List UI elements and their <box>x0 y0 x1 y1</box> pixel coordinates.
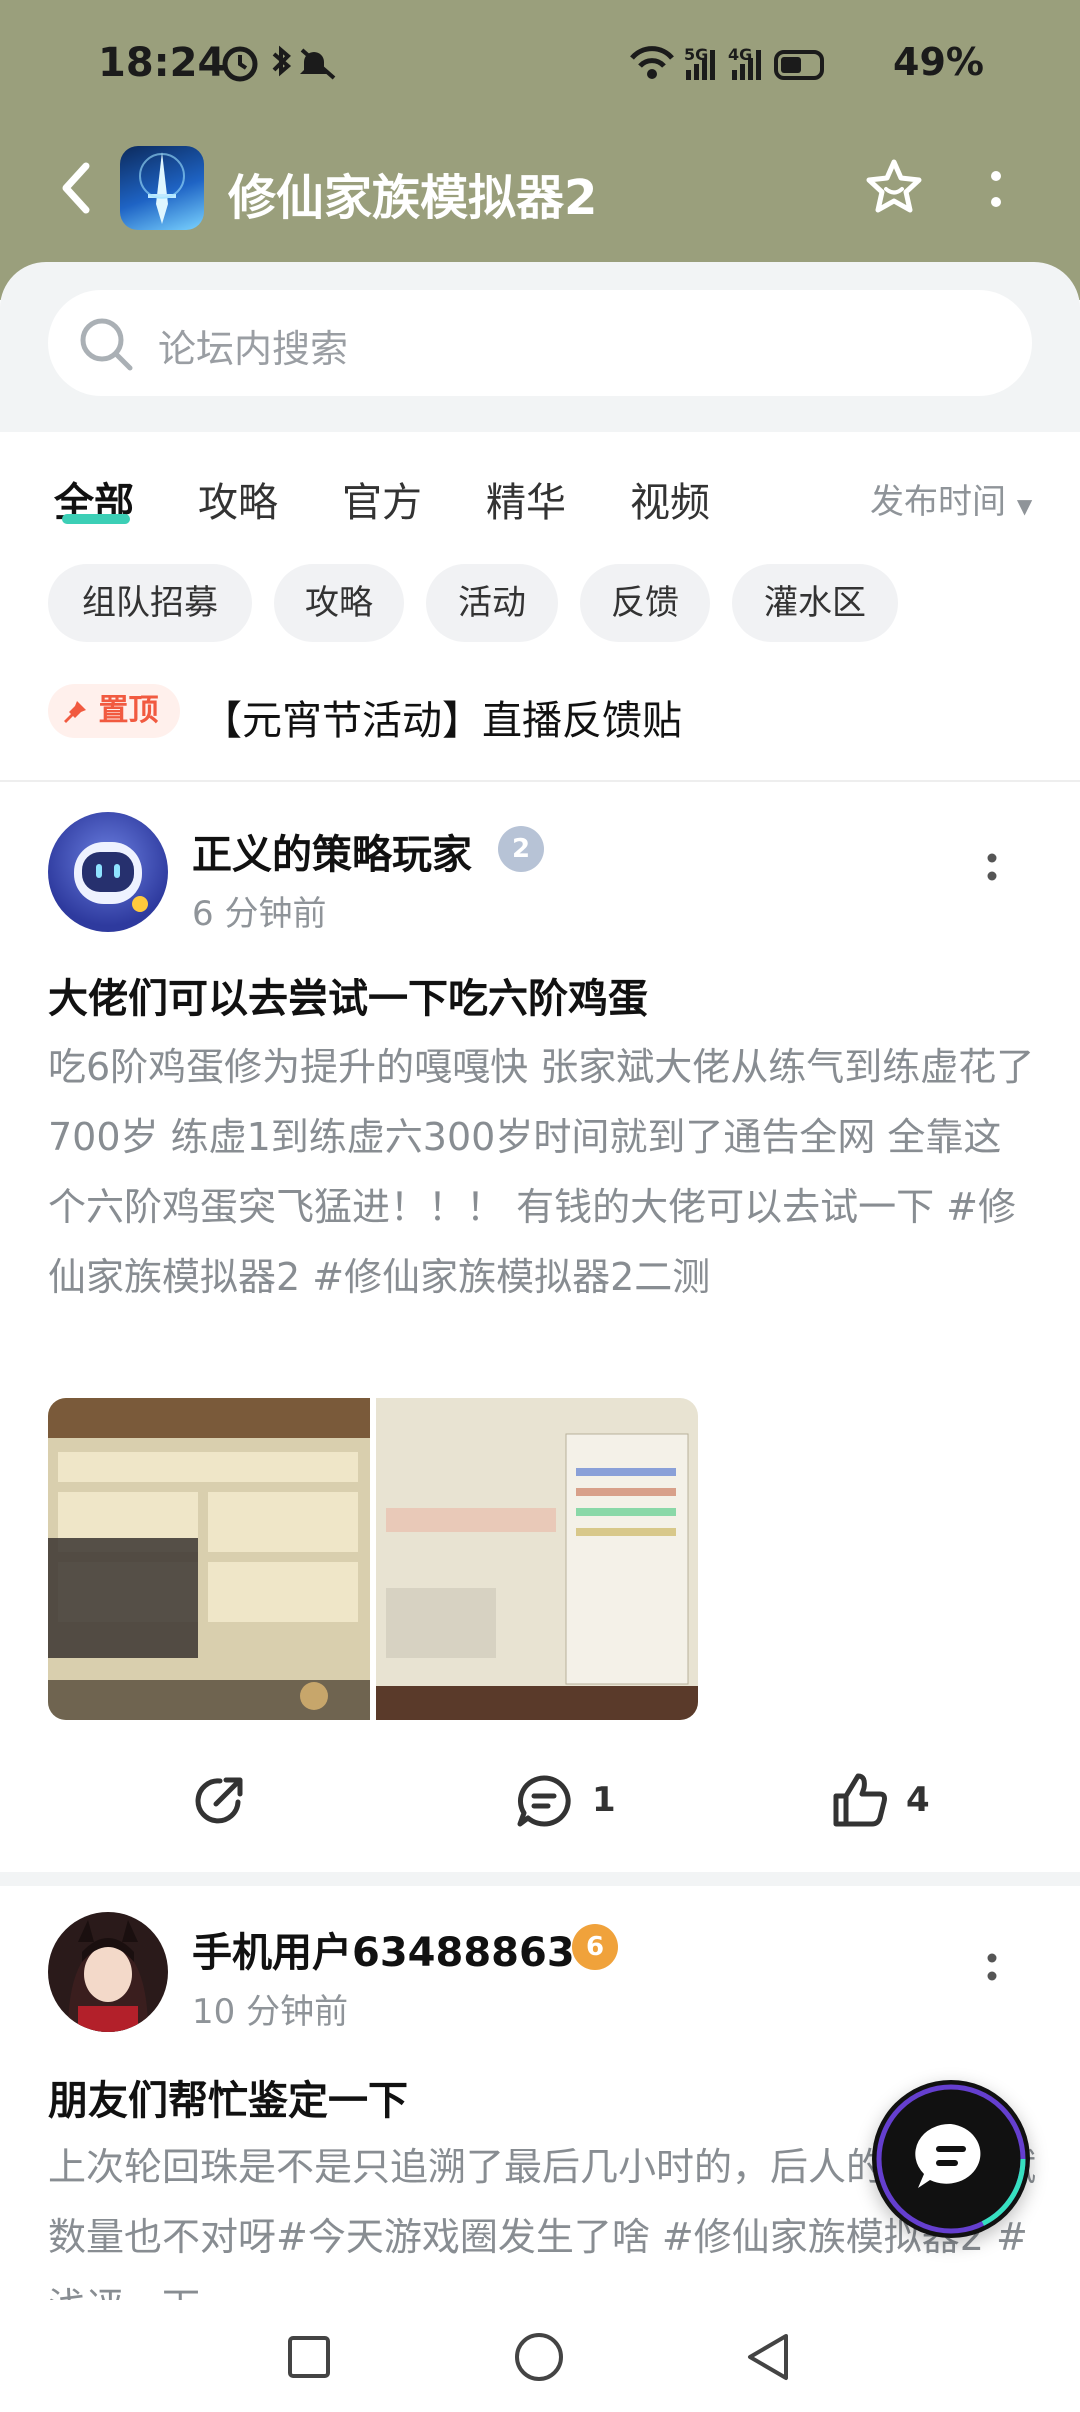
level-badge: 2 <box>498 826 544 872</box>
tab-official[interactable]: 官方 <box>342 470 422 528</box>
divider <box>0 780 1080 782</box>
post-separator <box>0 1872 1080 1886</box>
floating-chat-button[interactable] <box>872 2080 1030 2238</box>
pin-icon <box>62 684 88 738</box>
post-image-2[interactable] <box>376 1398 698 1720</box>
chip-team-recruit[interactable]: 组队招募 <box>48 564 252 642</box>
tab-guides[interactable]: 攻略 <box>198 470 278 528</box>
status-icons-left <box>222 44 352 88</box>
app-icon[interactable] <box>120 146 204 230</box>
sort-dropdown[interactable]: 发布时间 ▼ <box>870 474 1032 523</box>
like-count: 4 <box>906 1780 930 1820</box>
post-author[interactable]: 正义的策略玩家 <box>192 822 472 880</box>
chip-events[interactable]: 活动 <box>426 564 558 642</box>
level-value: 2 <box>511 834 531 864</box>
pinned-badge-label: 置顶 <box>98 693 159 728</box>
post-title[interactable]: 朋友们帮忙鉴定一下 <box>48 2068 408 2126</box>
more-options-icon[interactable] <box>986 168 1006 216</box>
post-more-icon[interactable] <box>982 850 1022 898</box>
post-time: 10 分钟前 <box>192 1992 349 2032</box>
pinned-post-link[interactable]: 【元宵节活动】直播反馈贴 <box>202 688 682 746</box>
avatar[interactable] <box>48 1912 168 2032</box>
post-image-1[interactable] <box>48 1398 370 1720</box>
battery-percent: 49% <box>893 40 984 84</box>
recent-apps-icon[interactable] <box>286 2334 332 2384</box>
post-time: 6 分钟前 <box>192 894 327 934</box>
caret-down-icon: ▼ <box>1016 494 1033 518</box>
comment-count: 1 <box>592 1780 616 1820</box>
chip-feedback[interactable]: 反馈 <box>580 564 710 642</box>
post-title[interactable]: 大佬们可以去尝试一下吃六阶鸡蛋 <box>48 966 648 1024</box>
post-body[interactable]: 吃6阶鸡蛋修为提升的嘎嘎快 张家斌大佬从练气到练虚花了700岁 练虚1到练虚六3… <box>48 1032 1038 1312</box>
chip-chat-area[interactable]: 灌水区 <box>732 564 898 642</box>
search-icon <box>78 316 134 376</box>
pinned-badge: 置顶 <box>48 684 180 738</box>
home-icon[interactable] <box>514 2332 564 2386</box>
back-button[interactable] <box>58 160 94 220</box>
status-icons-right: 5G 4G <box>628 42 828 90</box>
status-time: 18:24 <box>98 40 226 86</box>
tab-featured[interactable]: 精华 <box>486 470 566 528</box>
tab-video[interactable]: 视频 <box>630 470 710 528</box>
chip-guides[interactable]: 攻略 <box>274 564 404 642</box>
forum-title: 修仙家族模拟器2 <box>228 170 598 226</box>
favorite-star-icon[interactable] <box>862 156 926 224</box>
post-more-icon[interactable] <box>982 1950 1022 1998</box>
sort-label: 发布时间 <box>870 482 1006 522</box>
like-icon[interactable] <box>830 1770 890 1834</box>
back-nav-icon[interactable] <box>744 2332 792 2386</box>
comment-icon[interactable] <box>514 1772 574 1834</box>
avatar[interactable] <box>48 812 168 932</box>
level-badge: 6 <box>572 1924 618 1970</box>
level-value: 6 <box>585 1932 605 1962</box>
active-tab-indicator <box>62 514 130 524</box>
search-placeholder: 论坛内搜索 <box>158 327 349 371</box>
post-author[interactable]: 手机用户63488863 <box>192 1920 575 1978</box>
share-icon[interactable] <box>190 1772 248 1834</box>
